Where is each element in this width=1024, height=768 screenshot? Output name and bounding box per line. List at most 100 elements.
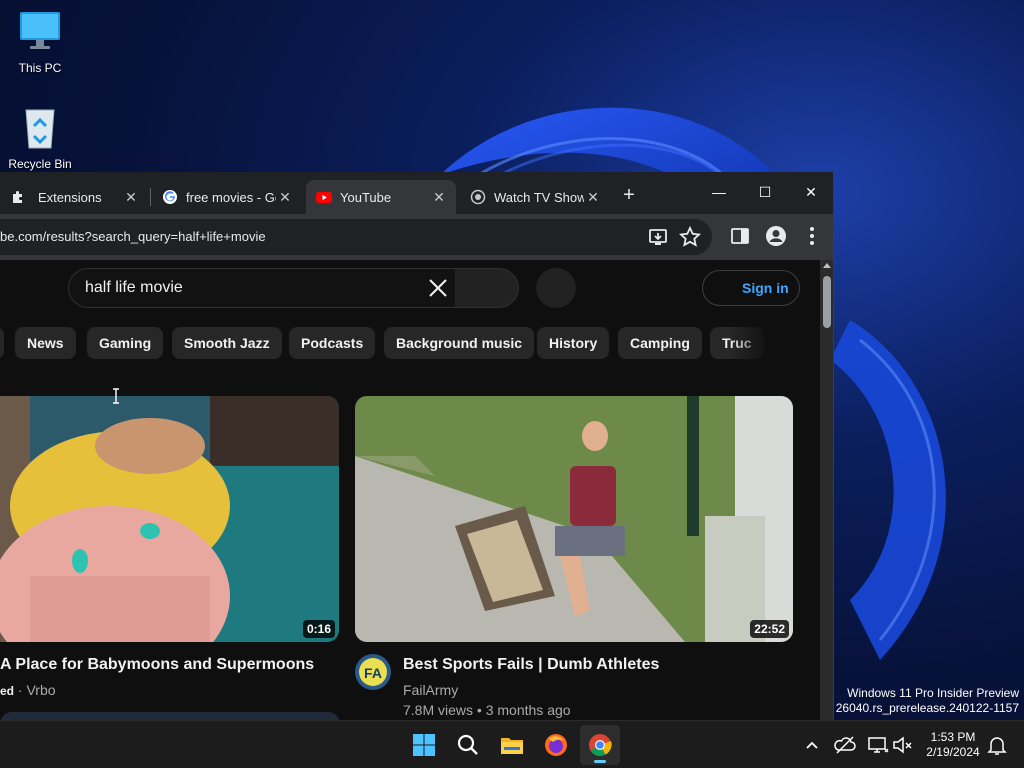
video-stats: 7.8M views • 3 months ago	[403, 702, 571, 718]
tab-title: Watch TV Show	[494, 189, 584, 205]
file-explorer-button[interactable]	[492, 725, 532, 765]
channel-name[interactable]: FailArmy	[403, 682, 458, 698]
video-title[interactable]: Best Sports Fails | Dumb Athletes	[403, 656, 659, 674]
chip-partial[interactable]	[0, 327, 4, 359]
view-count: 7.8M views	[403, 702, 474, 718]
system-clock[interactable]: 1:53 PM 2/19/2024	[920, 730, 986, 760]
search-icon	[457, 734, 478, 755]
clock-time: 1:53 PM	[930, 730, 976, 744]
chip-background-music[interactable]: Background music	[384, 327, 535, 359]
desktop-icon-recycle-bin[interactable]: Recycle Bin	[0, 106, 80, 171]
star-icon[interactable]	[678, 225, 702, 249]
address-bar[interactable]: be.com/results?search_query=half+life+mo…	[0, 219, 712, 255]
tab-extensions[interactable]: Extensions ✕	[0, 180, 148, 214]
tab-separator	[150, 188, 151, 206]
close-icon[interactable]: ✕	[122, 189, 140, 206]
search-query[interactable]: half life movie	[85, 279, 183, 297]
watermark-line-1: Windows 11 Pro Insider Preview	[847, 686, 1019, 700]
volume-muted-icon[interactable]	[891, 733, 915, 757]
maximize-button[interactable]: ☐	[742, 180, 788, 204]
sign-in-label: Sign in	[742, 280, 789, 296]
youtube-page: half life movie Sign in News Gaming Smoo…	[0, 260, 820, 720]
tab-free-movies[interactable]: free movies - Go ✕	[152, 180, 302, 214]
filter-chips: News Gaming Smooth Jazz Podcasts Backgro…	[0, 327, 820, 359]
install-app-icon[interactable]	[646, 225, 670, 249]
new-tab-button[interactable]: +	[618, 184, 640, 206]
chrome-window: Extensions ✕ free movies - Go ✕ YouTube …	[0, 172, 834, 720]
separator: •	[476, 702, 486, 718]
network-icon[interactable]	[866, 733, 890, 757]
chip-news[interactable]: News	[15, 327, 76, 359]
sign-in-button[interactable]: Sign in	[702, 270, 800, 306]
avatar-text: FA	[364, 665, 382, 681]
video-thumbnail[interactable]: 0:16	[0, 396, 339, 642]
google-icon	[163, 190, 177, 204]
search-input[interactable]: half life movie	[68, 268, 456, 308]
text-cursor-icon	[113, 388, 119, 404]
failarmy-avatar-icon: FA	[355, 654, 391, 690]
channel-avatar[interactable]: FA	[355, 654, 391, 690]
chip-camping[interactable]: Camping	[618, 327, 702, 359]
onedrive-icon[interactable]	[833, 733, 857, 757]
more-icon[interactable]	[800, 224, 824, 248]
chip-podcasts[interactable]: Podcasts	[289, 327, 376, 359]
close-icon[interactable]	[425, 275, 451, 301]
video-duration: 0:16	[302, 620, 335, 638]
windows-start-icon	[413, 734, 435, 756]
channel-prefix: ed	[0, 684, 15, 698]
chip-smooth-jazz[interactable]: Smooth Jazz	[172, 327, 282, 359]
scroll-thumb[interactable]	[823, 276, 831, 328]
tab-title: free movies - Go	[186, 189, 276, 205]
puzzle-icon	[13, 191, 22, 203]
globe-icon	[470, 189, 486, 205]
tab-strip: Extensions ✕ free movies - Go ✕ YouTube …	[0, 172, 833, 214]
search-button[interactable]	[455, 268, 519, 308]
clock-date: 2/19/2024	[926, 745, 980, 759]
close-icon[interactable]: ✕	[430, 189, 448, 206]
profile-icon[interactable]	[764, 224, 788, 248]
side-panel-icon[interactable]	[728, 224, 752, 248]
chevron-up-icon[interactable]	[800, 733, 824, 757]
thumbnail-image	[355, 396, 793, 642]
desktop-icon-label: This PC	[18, 61, 62, 75]
next-row-placeholder	[0, 712, 340, 720]
video-thumbnail[interactable]: 22:52	[355, 396, 793, 642]
firefox-button[interactable]	[536, 725, 576, 765]
desktop-icon-this-pc[interactable]: This PC	[0, 10, 80, 75]
chrome-button[interactable]	[580, 725, 620, 765]
video-duration: 22:52	[750, 620, 789, 638]
video-title[interactable]: A Place for Babymoons and Supermoons	[0, 656, 314, 674]
minimize-button[interactable]: —	[696, 180, 742, 204]
recycle-bin-icon	[25, 109, 55, 149]
close-window-button[interactable]: ✕	[788, 180, 833, 204]
file-explorer-icon	[501, 738, 523, 754]
tab-watch-tv[interactable]: Watch TV Show ✕	[460, 180, 610, 214]
browser-toolbar: be.com/results?search_query=half+life+mo…	[0, 214, 833, 260]
chrome-icon	[589, 734, 612, 756]
taskbar: 1:53 PM 2/19/2024	[0, 720, 1024, 768]
close-icon[interactable]: ✕	[584, 189, 602, 206]
tab-youtube[interactable]: YouTube ✕	[306, 180, 456, 214]
start-button[interactable]	[404, 725, 444, 765]
tab-title: Extensions	[38, 189, 102, 205]
video-channel-row: ed · Vrbo	[0, 682, 56, 698]
tab-title: YouTube	[340, 189, 392, 205]
thumbnail-image	[0, 396, 339, 642]
bell-icon[interactable]	[985, 733, 1009, 757]
chip-history[interactable]: History	[537, 327, 610, 359]
active-app-indicator	[594, 760, 606, 763]
computer-icon	[20, 12, 60, 49]
taskbar-search-button[interactable]	[448, 725, 488, 765]
desktop-icon-label: Recycle Bin	[8, 157, 72, 171]
upload-age: 3 months ago	[485, 702, 571, 718]
url-text[interactable]: be.com/results?search_query=half+life+mo…	[0, 229, 266, 244]
page-scrollbar[interactable]	[820, 260, 833, 720]
close-icon[interactable]: ✕	[276, 189, 294, 206]
youtube-icon	[316, 192, 332, 203]
voice-search-button[interactable]	[536, 268, 576, 308]
chip-gaming[interactable]: Gaming	[87, 327, 164, 359]
firefox-icon	[545, 734, 567, 756]
scroll-up-icon[interactable]	[823, 263, 831, 268]
channel-name[interactable]: Vrbo	[26, 682, 55, 698]
chip-fade	[730, 327, 790, 359]
